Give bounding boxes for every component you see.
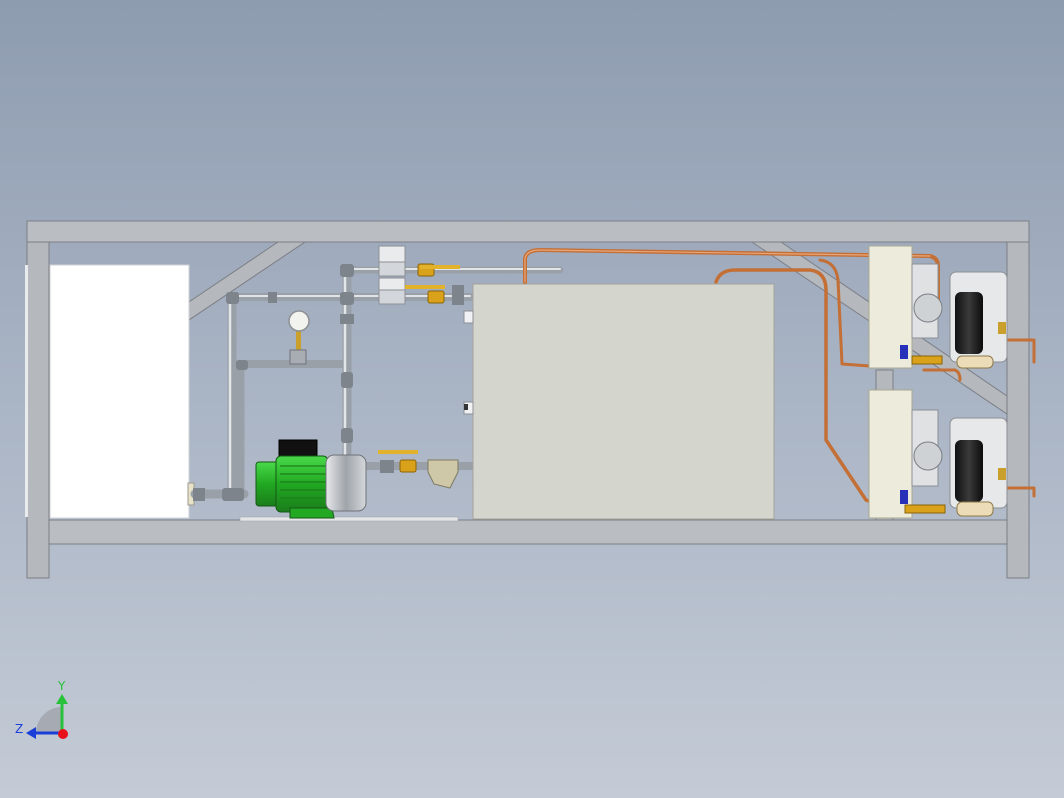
triad-y-arrowhead	[56, 694, 68, 704]
left-panel-edge	[25, 265, 28, 517]
triad-y-label: Y	[57, 679, 66, 693]
triad-z-label: Z	[15, 722, 23, 736]
y-strainer[interactable]	[427, 459, 459, 489]
ball-valve-middle[interactable]	[427, 290, 445, 304]
ball-valve-top-handle	[420, 265, 460, 269]
solenoid-valve-lower-body	[378, 289, 406, 305]
receiver-upper	[956, 355, 994, 369]
union-fitting	[340, 264, 354, 277]
triad-arc	[36, 707, 62, 733]
solenoid-valve-top-body	[378, 261, 406, 277]
union-fitting	[236, 360, 248, 370]
sight-glass-upper	[900, 345, 908, 359]
union-fitting	[380, 460, 394, 473]
condensing-unit-lower[interactable]	[868, 389, 1008, 519]
left-panel[interactable]	[49, 264, 190, 519]
tank-side-port	[464, 404, 468, 410]
motor-foot	[289, 507, 335, 519]
filter-drier-upper	[911, 355, 943, 365]
water-tank[interactable]	[472, 283, 775, 520]
ball-valve-pump-handle	[378, 450, 418, 454]
gauge-stem	[296, 330, 301, 350]
frame-bottom-beam[interactable]	[26, 519, 1030, 545]
gauge-tee	[289, 349, 307, 365]
orientation-triad[interactable]: Y Z	[15, 679, 68, 739]
service-valve-lower	[998, 468, 1006, 480]
union-fitting	[341, 428, 353, 443]
pump-housing[interactable]	[325, 454, 367, 512]
pump-base-plate	[239, 516, 459, 522]
frame-right-post[interactable]	[1006, 241, 1030, 579]
tank-side-fitting	[463, 310, 474, 324]
frame-left-post[interactable]	[26, 241, 50, 579]
union-fitting	[341, 372, 353, 388]
ball-valve-pump[interactable]	[399, 459, 417, 473]
ball-valve-middle-handle	[405, 285, 445, 289]
union-fitting	[452, 285, 464, 305]
elbow-fitting	[226, 292, 239, 304]
service-valve-upper	[998, 322, 1006, 334]
union-fitting	[268, 292, 277, 303]
solenoid-valve-top[interactable]	[378, 245, 406, 265]
pressure-gauge[interactable]	[288, 310, 310, 365]
sight-glass-lower	[900, 490, 908, 504]
union-fitting	[340, 292, 354, 305]
compressor-upper[interactable]	[955, 292, 983, 354]
motor-body[interactable]	[275, 455, 329, 513]
triad-z-arrowhead	[26, 727, 36, 739]
union-fitting	[193, 488, 205, 501]
triad-x-axis-dot	[58, 729, 68, 739]
frame-top-beam[interactable]	[26, 220, 1030, 243]
compressor-lower[interactable]	[955, 440, 983, 502]
union-fitting	[222, 488, 244, 501]
gauge-dial[interactable]	[288, 310, 310, 332]
cad-assembly-viewport[interactable]: Y Z	[0, 0, 1064, 798]
solenoid-valves[interactable]	[378, 245, 406, 305]
union-fitting	[340, 314, 354, 324]
condenser-fan-motor-upper	[913, 293, 943, 323]
filter-drier-lower	[904, 504, 946, 514]
condenser-fan-motor-lower	[913, 441, 943, 471]
receiver-lower	[956, 501, 994, 517]
